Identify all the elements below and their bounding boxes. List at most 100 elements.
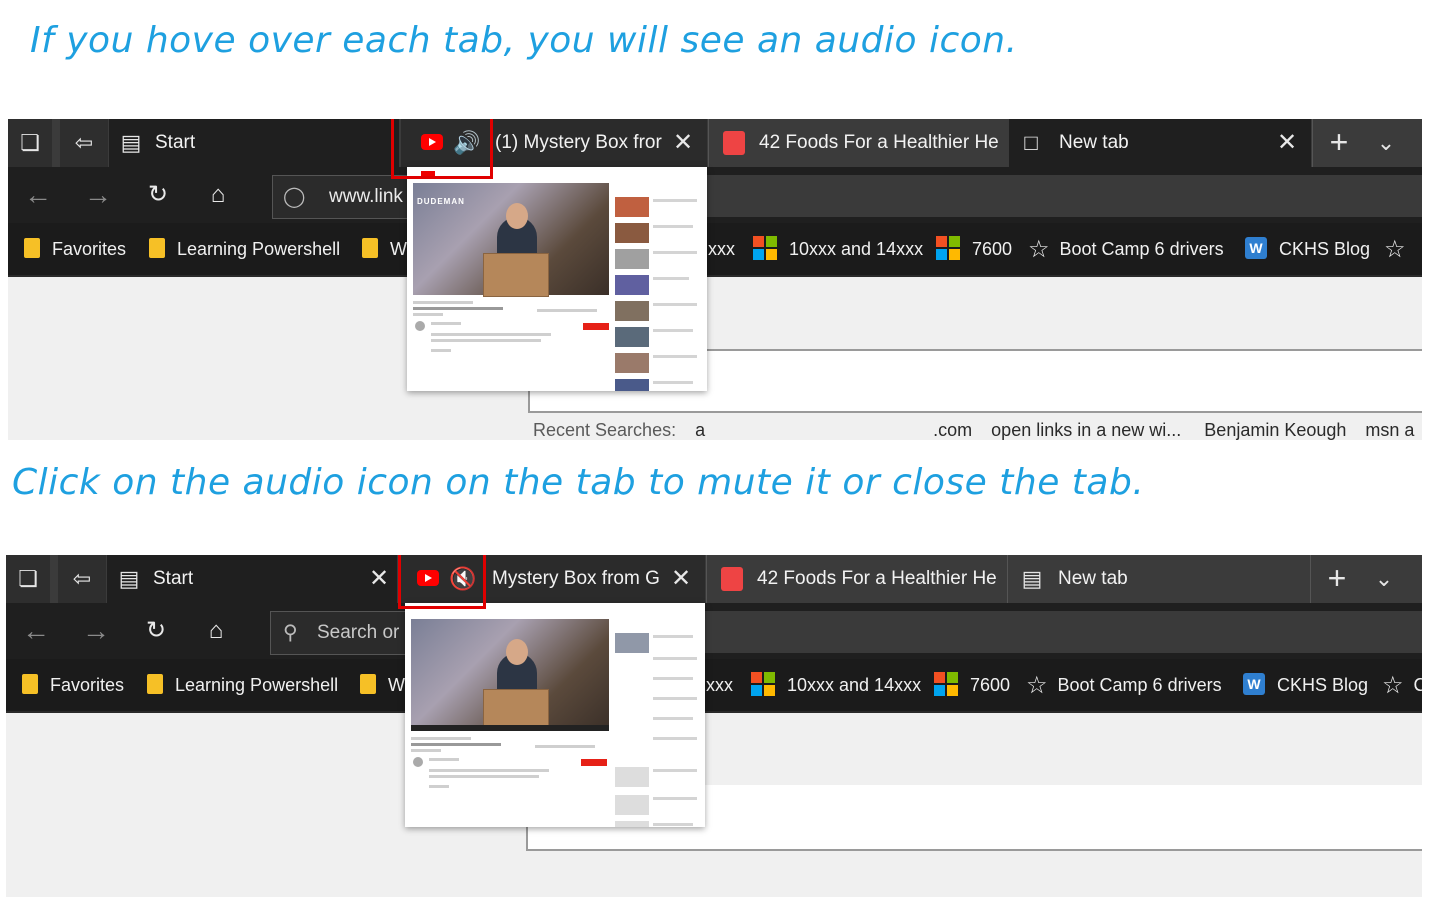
recent-item[interactable]: .com (933, 420, 972, 440)
tab-42-foods[interactable]: 42 Foods For a Healthier He (708, 119, 1009, 167)
tab-preview-thumbnail[interactable] (405, 603, 705, 827)
home-icon[interactable]: ⌂ (196, 603, 236, 659)
fav-w[interactable]: W (362, 223, 407, 275)
fav-10xxx-14xxx[interactable]: 10xxx and 14xxx (751, 659, 921, 711)
tab-title: Mystery Box from G (492, 568, 660, 589)
fav-xxx[interactable]: xxx (706, 659, 733, 711)
address-bar-extension (706, 175, 1422, 217)
text-line (537, 309, 597, 312)
subscribe-button (581, 759, 607, 766)
back-arrow-icon[interactable]: ← (18, 167, 58, 223)
tab-new[interactable]: ▤ New tab (1007, 555, 1310, 603)
windows-logo-icon (936, 236, 960, 261)
forward-arrow-icon[interactable]: → (76, 603, 116, 659)
recent-item[interactable]: open links in a new wi... (991, 420, 1181, 440)
tab-title: New tab (1058, 568, 1128, 589)
caption-hover: If you hove over each tab, you will see … (30, 20, 1018, 61)
fav-ckhs-blog[interactable]: W CKHS Blog (1245, 223, 1370, 275)
subscribe-button (583, 323, 609, 330)
tab-title: 42 Foods For a Healthier He (757, 568, 997, 589)
text-line (653, 737, 697, 740)
fav-learning-powershell[interactable]: Learning Powershell (147, 659, 338, 711)
fav-boot-camp[interactable]: ☆ Boot Camp 6 drivers (1026, 659, 1222, 711)
text-line (653, 303, 697, 306)
recent-item[interactable]: a (695, 420, 705, 440)
text-line (413, 307, 503, 310)
text-line (431, 339, 541, 342)
tab-title: (1) Mystery Box fror (495, 132, 662, 153)
caption-click: Click on the audio icon on the tab to mu… (12, 462, 1145, 503)
address-bar[interactable]: ◯ www.link (272, 175, 410, 219)
start-page-icon: ▤ (120, 130, 142, 155)
folder-icon (149, 238, 165, 259)
text-line (429, 775, 539, 778)
avatar (413, 757, 423, 767)
windows-logo-icon (934, 672, 958, 697)
recent-item[interactable]: Benjamin Keough (1204, 420, 1346, 440)
text-line (653, 635, 693, 638)
new-tab-button[interactable]: + (1310, 555, 1363, 603)
fav-xxx[interactable]: xxx (708, 223, 735, 275)
chevron-down-icon: ⌄ (1374, 566, 1394, 591)
text-line (653, 657, 697, 660)
home-icon[interactable]: ⌂ (198, 167, 238, 223)
start-page-icon: ▤ (118, 566, 140, 591)
text-line (411, 749, 441, 752)
tab-preview-thumbnail[interactable]: DUDEMAN (407, 167, 707, 391)
avatar (415, 321, 425, 331)
box (483, 253, 549, 297)
fav-learning-powershell[interactable]: Learning Powershell (149, 223, 340, 275)
page-content (6, 713, 1422, 897)
fav-ckhs-blog[interactable]: W CKHS Blog (1243, 659, 1368, 711)
fav-7600[interactable]: 7600 (934, 659, 1010, 711)
tab-preview-toggle-button[interactable]: ⌄ (1358, 555, 1410, 603)
search-box-bottom (528, 411, 1422, 413)
close-icon[interactable]: ✕ (673, 119, 693, 167)
set-aside-tabs-button[interactable]: ⇦ (58, 555, 106, 603)
close-icon[interactable]: ✕ (1277, 119, 1297, 167)
tab-title: Start (153, 568, 194, 589)
close-icon[interactable]: ✕ (369, 555, 389, 603)
fav-favorites[interactable]: Favorites (22, 659, 124, 711)
fav-w[interactable]: W (360, 659, 405, 711)
fav-boot-camp[interactable]: ☆ Boot Camp 6 drivers (1028, 223, 1224, 275)
video-thumb (615, 327, 649, 347)
forward-arrow-icon[interactable]: → (78, 167, 118, 223)
set-aside-tabs-button[interactable]: ⇦ (60, 119, 108, 167)
fav-7600[interactable]: 7600 (936, 223, 1012, 275)
tab-start[interactable]: ▤ Start ✕ (107, 555, 397, 603)
text-line (653, 277, 689, 280)
fav-overflow-star[interactable]: ☆ (1384, 223, 1416, 275)
fav-favorites[interactable]: Favorites (24, 223, 126, 275)
close-icon[interactable]: ✕ (671, 555, 691, 603)
recent-item[interactable]: msn a (1365, 420, 1414, 440)
text-line (413, 301, 473, 304)
fav-10xxx-14xxx[interactable]: 10xxx and 14xxx (753, 223, 923, 275)
show-tabs-button[interactable]: ❏ (8, 119, 52, 167)
fav-overflow[interactable]: ☆ C (1382, 659, 1422, 711)
show-tabs-button[interactable]: ❏ (6, 555, 50, 603)
refresh-icon[interactable]: ↻ (136, 603, 176, 659)
tab-preview-toggle-button[interactable]: ⌄ (1360, 119, 1412, 167)
new-tab-button[interactable]: + (1312, 119, 1365, 167)
highlight-box (398, 555, 486, 609)
text-line (429, 769, 549, 772)
channel-watermark: DUDEMAN (417, 197, 465, 206)
video-thumb (615, 223, 649, 243)
video-thumb-placeholder (615, 767, 649, 787)
tab-title: New tab (1059, 132, 1129, 153)
text-line (429, 758, 459, 761)
tab-42-foods[interactable]: 42 Foods For a Healthier He (706, 555, 1007, 603)
tab-start[interactable]: ▤ Start (109, 119, 399, 167)
video-thumb (615, 249, 649, 269)
text-line (653, 769, 697, 772)
refresh-icon[interactable]: ↻ (138, 167, 178, 223)
star-icon: ☆ (1384, 236, 1406, 264)
tab-new[interactable]: □ New tab ✕ (1009, 119, 1311, 167)
browser-screenshot-mute: ❏ ⇦ ▤ Start ✕ 🔇 Mystery Box from G ✕ 42 … (6, 555, 1422, 897)
text-line (653, 355, 697, 358)
text-line (653, 225, 693, 228)
video-thumb-placeholder (615, 821, 649, 827)
address-bar[interactable]: ⚲ Search or e (270, 611, 408, 685)
back-arrow-icon[interactable]: ← (16, 603, 56, 659)
